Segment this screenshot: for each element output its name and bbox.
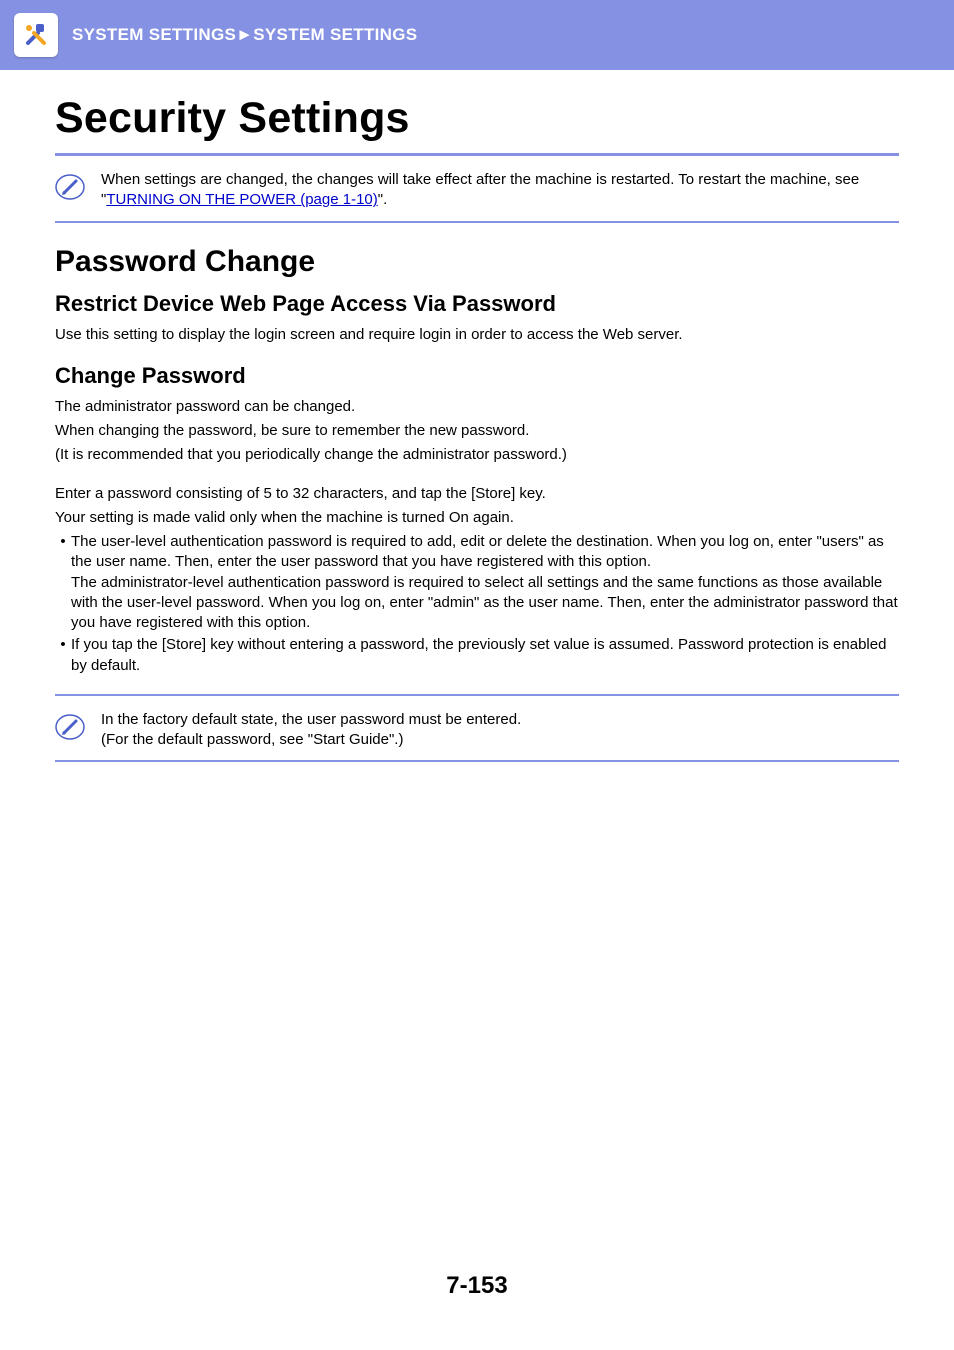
section-title-password-change: Password Change — [55, 245, 899, 279]
body-text: Your setting is made valid only when the… — [55, 508, 899, 528]
subsection-change-password: Change Password — [55, 363, 899, 389]
body-text: When changing the password, be sure to r… — [55, 421, 899, 441]
divider — [55, 153, 899, 156]
body-text: Use this setting to display the login sc… — [55, 325, 899, 345]
info-line: (For the default password, see "Start Gu… — [101, 731, 403, 748]
info-text: When settings are changed, the changes w… — [101, 170, 899, 211]
page-number: 7-153 — [0, 1272, 954, 1300]
breadcrumb-right: SYSTEM SETTINGS — [253, 25, 417, 44]
bullet-text: If you tap the [Store] key without enter… — [71, 635, 899, 676]
info-pencil-icon — [55, 172, 85, 202]
power-link[interactable]: TURNING ON THE POWER (page 1-10) — [106, 191, 377, 208]
info-suffix: ". — [378, 191, 388, 208]
list-item: • The user-level authentication password… — [55, 532, 899, 633]
bullet-icon: • — [55, 532, 71, 633]
content-area: Security Settings When settings are chan… — [0, 94, 954, 762]
info-callout: In the factory default state, the user p… — [55, 710, 899, 751]
info-line: In the factory default state, the user p… — [101, 711, 521, 728]
breadcrumb-separator-icon: ► — [236, 25, 253, 44]
divider — [55, 694, 899, 696]
bullet-text: The administrator-level authentication p… — [71, 574, 898, 632]
body-text: (It is recommended that you periodically… — [55, 445, 899, 465]
info-pencil-icon — [55, 712, 85, 742]
body-text: Enter a password consisting of 5 to 32 c… — [55, 484, 899, 504]
header-bar: SYSTEM SETTINGS►SYSTEM SETTINGS — [0, 0, 954, 70]
bullet-text: The user-level authentication password i… — [71, 533, 884, 570]
bullet-icon: • — [55, 635, 71, 676]
page-title: Security Settings — [55, 94, 899, 143]
breadcrumb-left: SYSTEM SETTINGS — [72, 25, 236, 44]
settings-tools-icon — [14, 13, 58, 57]
info-callout: When settings are changed, the changes w… — [55, 170, 899, 211]
body-text: The administrator password can be change… — [55, 397, 899, 417]
divider — [55, 221, 899, 223]
divider — [55, 760, 899, 762]
list-item: • If you tap the [Store] key without ent… — [55, 635, 899, 676]
info-text: In the factory default state, the user p… — [101, 710, 521, 751]
bullet-list: • The user-level authentication password… — [55, 532, 899, 676]
breadcrumb: SYSTEM SETTINGS►SYSTEM SETTINGS — [72, 25, 417, 45]
subsection-restrict-access: Restrict Device Web Page Access Via Pass… — [55, 291, 899, 317]
